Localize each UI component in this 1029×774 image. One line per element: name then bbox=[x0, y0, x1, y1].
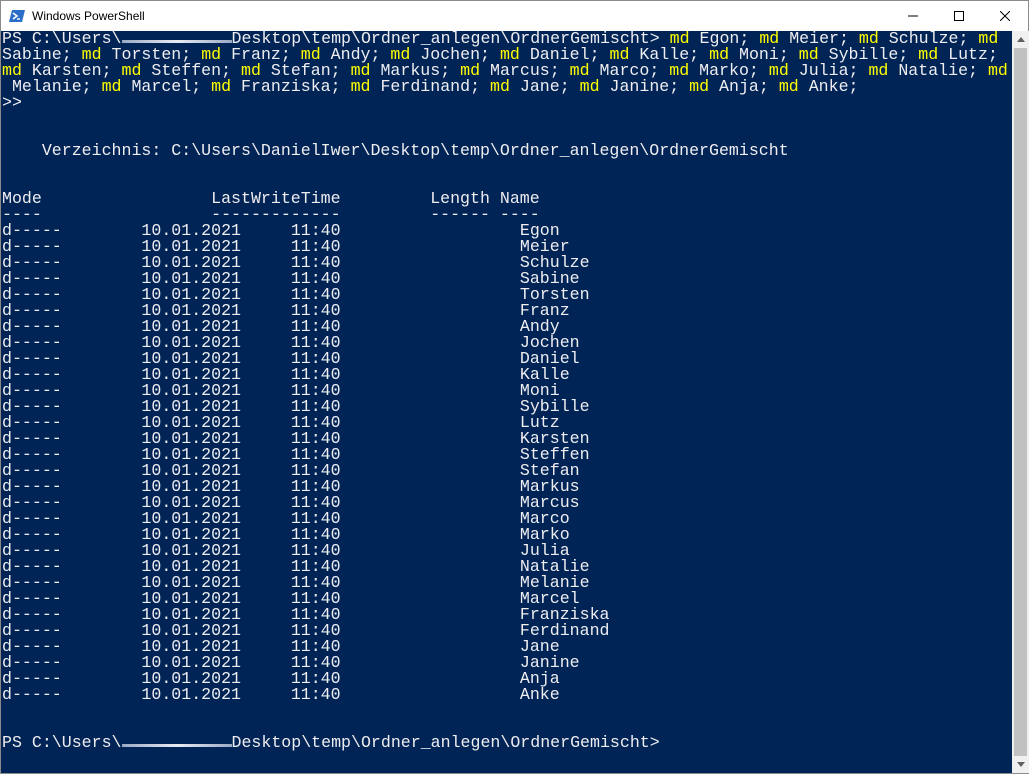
command-text: Anke; bbox=[798, 77, 859, 96]
md-keyword: md bbox=[101, 77, 122, 96]
scroll-down-button[interactable] bbox=[1012, 756, 1029, 773]
window-title: Windows PowerShell bbox=[32, 9, 145, 23]
scroll-up-button[interactable] bbox=[1012, 31, 1029, 48]
close-button[interactable] bbox=[982, 1, 1028, 31]
redacted-username bbox=[121, 31, 232, 47]
maximize-icon bbox=[954, 11, 964, 21]
command-text: Jane; bbox=[509, 77, 580, 96]
row-name: Anke bbox=[519, 685, 560, 704]
directory-listing: d----- 10.01.2021 11:40 Egon d----- 10.01… bbox=[2, 222, 1012, 704]
command-text: Marcel; bbox=[121, 77, 212, 96]
minimize-button[interactable] bbox=[890, 1, 936, 31]
listing-row: d----- 10.01.2021 11:40 Anke bbox=[2, 685, 1012, 704]
md-keyword: md bbox=[689, 77, 710, 96]
powershell-window: Windows PowerShell PS C:\Users\ Desktop\t… bbox=[0, 0, 1029, 774]
command-text: Ferdinand; bbox=[370, 77, 490, 96]
minimize-icon bbox=[908, 15, 918, 17]
md-keyword: md bbox=[778, 77, 799, 96]
command-text: Anja; bbox=[709, 77, 779, 96]
prompt-prefix: PS C:\Users\ bbox=[2, 733, 122, 752]
command-text: Franziska; bbox=[231, 77, 351, 96]
row-date: 10.01.2021 bbox=[141, 685, 242, 704]
md-keyword: md bbox=[211, 77, 232, 96]
maximize-button[interactable] bbox=[936, 1, 982, 31]
row-time: 11:40 bbox=[290, 685, 341, 704]
md-keyword: md bbox=[579, 77, 600, 96]
md-keyword: md bbox=[868, 61, 889, 80]
redacted-username bbox=[121, 735, 232, 751]
md-keyword: md bbox=[350, 77, 371, 96]
command-text: Natalie; bbox=[888, 61, 988, 80]
md-keyword: md bbox=[987, 61, 1008, 80]
scrollbar-thumb[interactable] bbox=[1014, 48, 1027, 756]
scroll-up-arrow-icon bbox=[1016, 37, 1025, 42]
directory-label: Verzeichnis: C:\Users\DanielIwer\Desktop… bbox=[2, 141, 789, 160]
vertical-scrollbar[interactable] bbox=[1012, 31, 1029, 773]
prompt-path: Desktop\temp\Ordner_anlegen\OrdnerGemisc… bbox=[231, 733, 660, 752]
close-icon bbox=[1000, 11, 1010, 21]
command-line: Melanie; md Marcel; md Franziska; md Fer… bbox=[2, 77, 1012, 96]
scroll-down-arrow-icon bbox=[1016, 762, 1025, 767]
md-keyword: md bbox=[489, 77, 510, 96]
command-text: Janine; bbox=[599, 77, 690, 96]
title-bar[interactable]: Windows PowerShell bbox=[1, 1, 1028, 31]
powershell-icon[interactable] bbox=[9, 8, 25, 24]
console-output[interactable]: PS C:\Users\ Desktop\temp\Ordner_anlegen\… bbox=[1, 31, 1012, 773]
final-prompt-line: PS C:\Users\ Desktop\temp\Ordner_anlegen\… bbox=[2, 733, 1012, 752]
continuation-prompt: >> bbox=[2, 93, 22, 112]
